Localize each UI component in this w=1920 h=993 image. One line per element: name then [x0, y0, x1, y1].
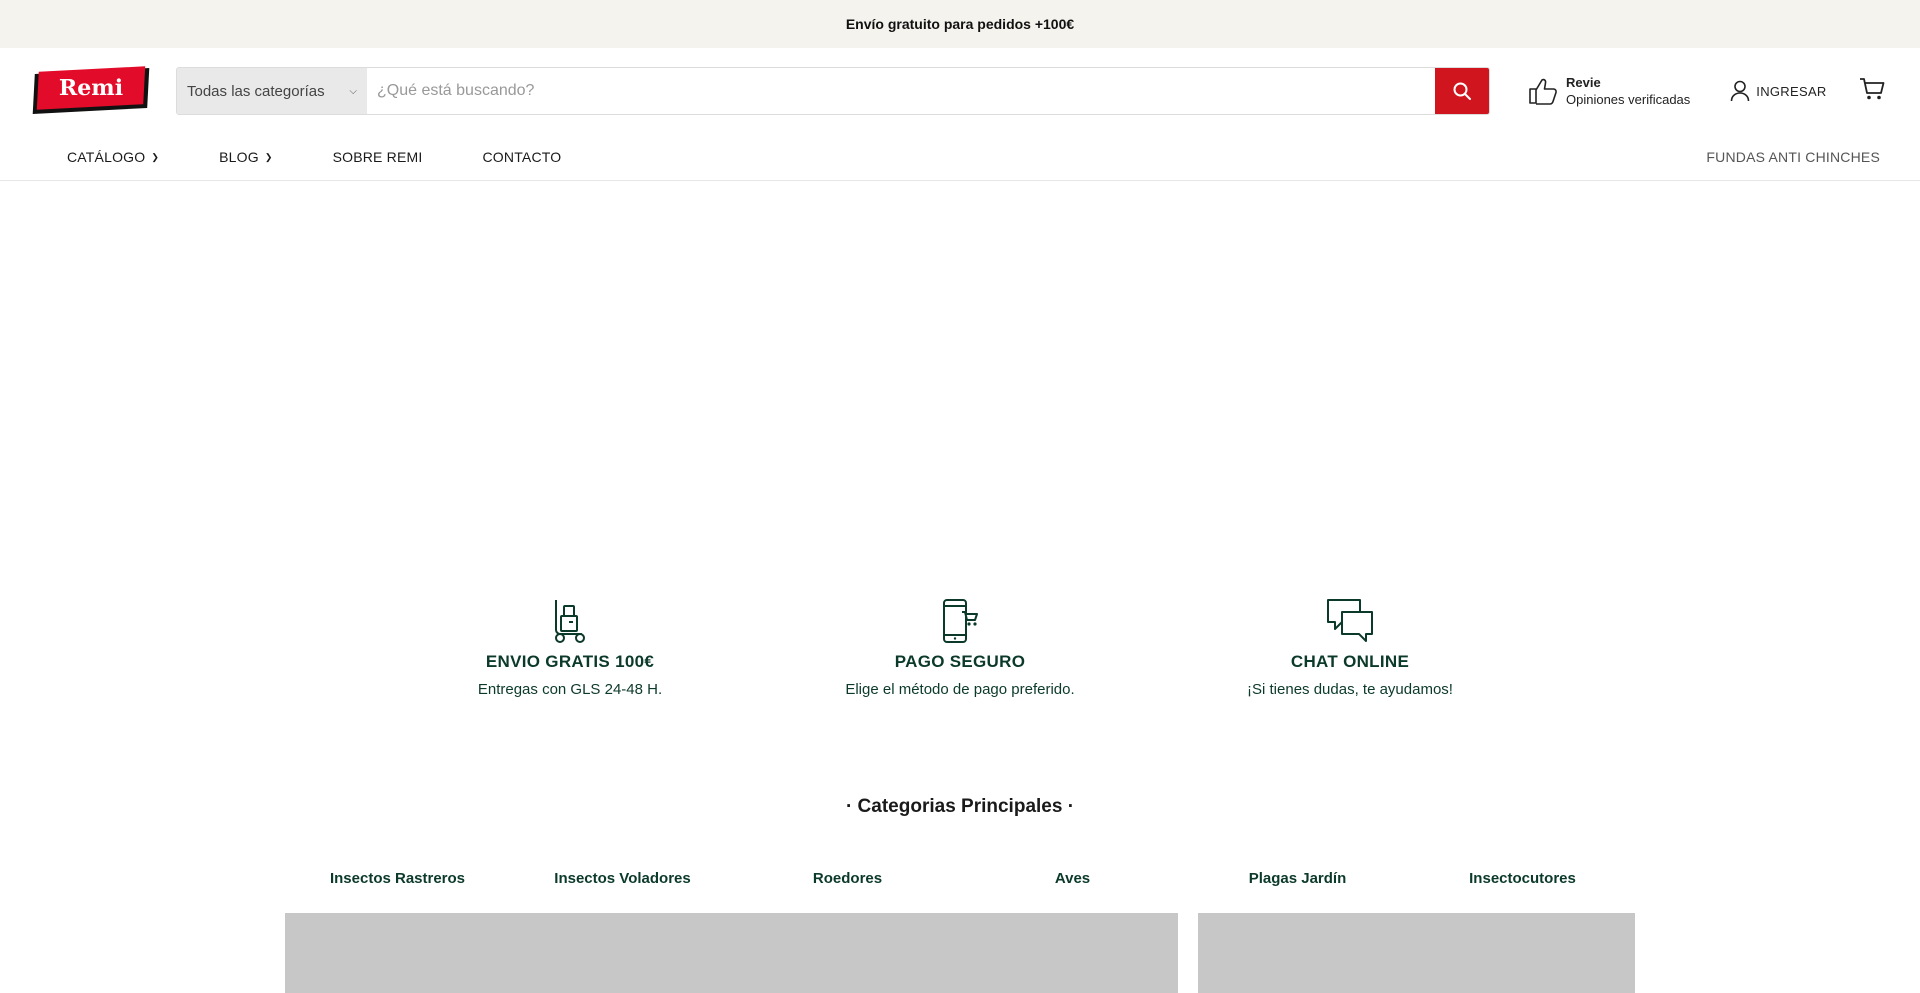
cart-icon [1859, 77, 1885, 99]
search-button[interactable] [1435, 68, 1489, 114]
delivery-trolley-icon [555, 600, 585, 643]
announcement-text: Envío gratuito para pedidos +100€ [845, 16, 1075, 32]
features-row: ENVIO GRATIS 100€ Entregas con GLS 24-48… [0, 598, 1920, 698]
nav-item-blog[interactable]: BLOG ❯ [219, 149, 272, 165]
nav-item-sobre-remi[interactable]: SOBRE REMI [333, 149, 423, 165]
login-label: INGRESAR [1756, 83, 1827, 99]
feature-payment: PAGO SEGURO Elige el método de pago pref… [765, 598, 1155, 698]
feature-shipping: ENVIO GRATIS 100€ Entregas con GLS 24-48… [375, 598, 765, 698]
search-bar: Todas las categorías ⌵ [176, 67, 1490, 115]
category-select-label: Todas las categorías [187, 82, 325, 100]
nav-link-fundas[interactable]: FUNDAS ANTI CHINCHES [1706, 149, 1880, 165]
feature-title: CHAT ONLINE [1290, 652, 1410, 671]
nav-item-catalogo[interactable]: CATÁLOGO ❯ [67, 149, 159, 165]
thumbs-up-icon [1529, 78, 1557, 105]
nav-item-label: CONTACTO [482, 149, 562, 165]
nav-item-contacto[interactable]: CONTACTO [482, 149, 561, 165]
logo-text: Remi [58, 75, 124, 101]
search-icon [1453, 82, 1471, 100]
feature-subtitle: Elige el método de pago preferido. [845, 681, 1075, 698]
revie-subtitle: Opiniones verificadas [1566, 92, 1691, 107]
categories-tabs: Insectos Rastreros Insectos Voladores Ro… [285, 870, 1635, 887]
category-tile-small[interactable] [1198, 913, 1635, 993]
logo[interactable]: Remi [32, 66, 150, 114]
feature-chat: CHAT ONLINE ¡Si tienes dudas, te ayudamo… [1155, 598, 1545, 698]
feature-title: PAGO SEGURO [894, 652, 1026, 671]
login-link[interactable]: INGRESAR [1730, 80, 1826, 102]
main-nav: CATÁLOGO ❯ BLOG ❯ SOBRE REMI CONTACTO FU… [0, 134, 1920, 181]
category-tab[interactable]: Insectocutores [1410, 870, 1635, 887]
chevron-down-icon: ❯ [264, 151, 273, 162]
chevron-down-icon: ❯ [151, 151, 160, 162]
categories-title: · Categorias Principales · [845, 796, 1075, 817]
header: Remi Todas las categorías ⌵ Revie Opinio… [0, 48, 1920, 134]
chevron-down-icon: ⌵ [349, 85, 357, 97]
feature-subtitle: Entregas con GLS 24-48 H. [477, 681, 663, 698]
category-tile-large[interactable] [285, 913, 1178, 993]
feature-subtitle: ¡Si tienes dudas, te ayudamos! [1247, 681, 1453, 698]
chat-bubbles-icon [1327, 599, 1373, 642]
category-tab[interactable]: Insectos Rastreros [285, 870, 510, 887]
mobile-cart-icon [943, 599, 978, 643]
logo-badge: Remi [36, 66, 146, 110]
category-tab[interactable]: Insectos Voladores [510, 870, 735, 887]
category-select[interactable]: Todas las categorías ⌵ [177, 68, 367, 114]
nav-item-label: CATÁLOGO [67, 149, 146, 165]
category-tab[interactable]: Plagas Jardín [1185, 870, 1410, 887]
cart-button[interactable] [1859, 77, 1885, 106]
revie-widget[interactable]: Revie Opiniones verificadas [1528, 74, 1690, 108]
announcement-bar: Envío gratuito para pedidos +100€ [0, 0, 1920, 48]
category-tiles [285, 913, 1635, 993]
nav-item-label: BLOG [219, 149, 259, 165]
revie-title: Revie [1566, 75, 1601, 90]
nav-item-label: SOBRE REMI [332, 149, 423, 165]
category-tab[interactable]: Roedores [735, 870, 960, 887]
user-icon [1730, 80, 1750, 102]
hero-banner [0, 181, 1920, 581]
nav-right-label: FUNDAS ANTI CHINCHES [1706, 149, 1880, 165]
search-input[interactable] [367, 68, 1435, 114]
category-tab[interactable]: Aves [960, 870, 1185, 887]
feature-title: ENVIO GRATIS 100€ [485, 652, 655, 671]
